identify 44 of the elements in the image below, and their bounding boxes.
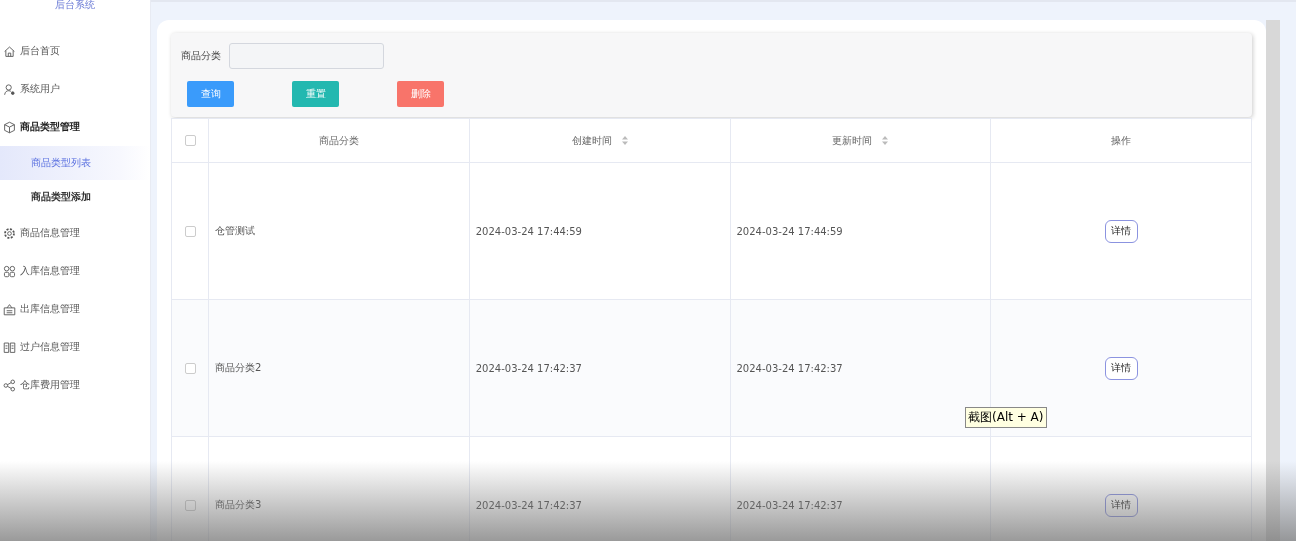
menu-item[interactable]: 商品信息管理 [0, 214, 150, 252]
table-cell: 仓管测试 [215, 225, 255, 236]
share-icon [3, 378, 16, 392]
details-button[interactable]: 详情 [1104, 493, 1138, 517]
grid-icon [3, 264, 16, 278]
table-cell: 2024-03-24 17:44:59 [475, 225, 582, 237]
menu-item[interactable]: 出库信息管理 [0, 290, 150, 328]
tooltip: 截图(Alt + A) [965, 407, 1047, 428]
table-cell: 2024-03-24 17:42:37 [475, 362, 582, 374]
column-header: 创建时间 [571, 133, 612, 148]
submenu-item[interactable]: 商品类型添加 [0, 180, 150, 214]
cube-icon [3, 120, 16, 134]
menu-item[interactable]: 入库信息管理 [0, 252, 150, 290]
details-button[interactable]: 详情 [1104, 356, 1138, 380]
checkbox[interactable] [184, 225, 196, 237]
app-title: 后台系统 [54, 0, 96, 12]
input-field[interactable] [229, 43, 384, 69]
menu-item[interactable]: 商品类型管理 [0, 108, 150, 146]
user-icon [3, 82, 16, 96]
table-cell: 商品分类3 [215, 499, 262, 510]
menu-item[interactable]: 仓库费用管理 [0, 366, 150, 404]
scrollbar[interactable] [1266, 20, 1280, 541]
column-header: 商品分类 [318, 133, 359, 148]
signboard-icon [3, 302, 16, 316]
table-cell: 2024-03-24 17:42:37 [736, 362, 843, 374]
checkbox[interactable] [184, 499, 196, 511]
checkbox[interactable] [184, 362, 196, 374]
table-cell: 2024-03-24 17:42:37 [736, 499, 843, 511]
table-cell: 商品分类2 [215, 362, 262, 373]
table-cell: 2024-03-24 17:44:59 [736, 225, 843, 237]
field-label: 商品分类 [181, 49, 221, 63]
column-header: 更新时间 [832, 133, 873, 148]
checkbox[interactable] [184, 135, 196, 147]
gear-icon [3, 226, 16, 240]
menu-item[interactable]: 后台首页 [0, 32, 150, 70]
sort-icon[interactable] [882, 136, 889, 145]
home-icon [3, 44, 16, 58]
details-button[interactable]: 详情 [1104, 219, 1138, 243]
sort-icon[interactable] [621, 136, 628, 145]
menu-item[interactable]: 过户信息管理 [0, 328, 150, 366]
book-icon [3, 340, 16, 354]
column-header: 操作 [1111, 133, 1132, 148]
menu-item[interactable]: 系统用户 [0, 70, 150, 108]
table-cell: 2024-03-24 17:42:37 [475, 499, 582, 511]
